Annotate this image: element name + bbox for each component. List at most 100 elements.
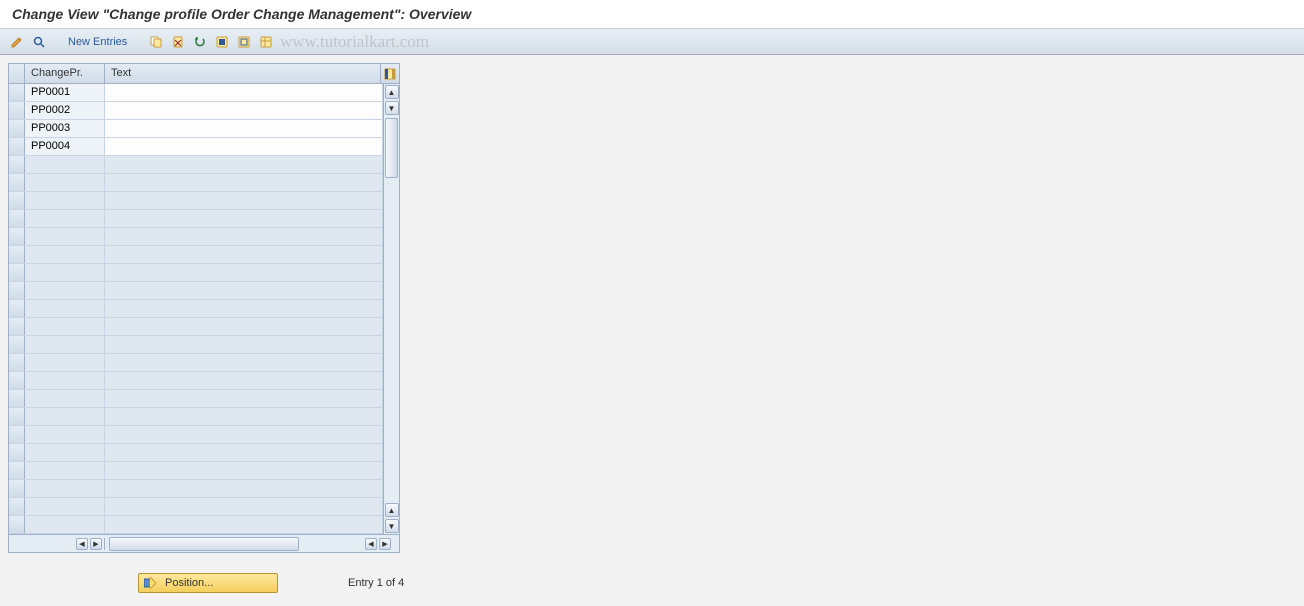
change-icon[interactable] xyxy=(8,33,26,51)
row-selector[interactable] xyxy=(9,156,25,173)
table-row[interactable] xyxy=(9,462,383,480)
row-selector[interactable] xyxy=(9,408,25,425)
row-selector[interactable] xyxy=(9,246,25,263)
cell-changepr[interactable] xyxy=(25,390,105,407)
cell-text[interactable] xyxy=(105,480,383,497)
cell-text[interactable] xyxy=(105,318,383,335)
cell-changepr[interactable]: PP0003 xyxy=(25,120,105,137)
cell-changepr[interactable] xyxy=(25,192,105,209)
cell-text[interactable] xyxy=(105,264,383,281)
hscroll-right-step-icon[interactable]: ▶ xyxy=(90,538,102,550)
table-row[interactable] xyxy=(9,282,383,300)
select-all-icon[interactable] xyxy=(213,33,231,51)
cell-changepr[interactable] xyxy=(25,354,105,371)
cell-changepr[interactable] xyxy=(25,210,105,227)
table-row[interactable] xyxy=(9,354,383,372)
hscroll-right-icon[interactable]: ▶ xyxy=(379,538,391,550)
cell-changepr[interactable] xyxy=(25,462,105,479)
table-row[interactable] xyxy=(9,516,383,534)
table-row[interactable]: PP0004 xyxy=(9,138,383,156)
row-selector[interactable] xyxy=(9,372,25,389)
cell-text[interactable] xyxy=(105,426,383,443)
row-selector[interactable] xyxy=(9,192,25,209)
row-selector[interactable] xyxy=(9,426,25,443)
table-row[interactable] xyxy=(9,246,383,264)
row-selector[interactable] xyxy=(9,444,25,461)
cell-text[interactable] xyxy=(105,498,383,515)
row-selector[interactable] xyxy=(9,84,25,101)
cell-text[interactable] xyxy=(105,390,383,407)
vertical-scrollbar[interactable]: ▲ ▼ ▲ ▼ xyxy=(383,84,399,534)
scroll-up-icon[interactable]: ▲ xyxy=(385,85,399,99)
table-row[interactable] xyxy=(9,210,383,228)
cell-text[interactable] xyxy=(105,354,383,371)
configure-columns-icon[interactable] xyxy=(381,64,399,83)
horizontal-scrollbar[interactable]: ◀ ▶ ◀ ▶ xyxy=(9,534,399,552)
cell-text[interactable] xyxy=(105,336,383,353)
deselect-all-icon[interactable] xyxy=(235,33,253,51)
table-row[interactable]: PP0003 xyxy=(9,120,383,138)
table-row[interactable] xyxy=(9,156,383,174)
cell-changepr[interactable] xyxy=(25,282,105,299)
cell-text[interactable] xyxy=(105,120,383,137)
row-selector[interactable] xyxy=(9,498,25,515)
cell-changepr[interactable]: PP0004 xyxy=(25,138,105,155)
cell-text[interactable] xyxy=(105,462,383,479)
cell-text[interactable] xyxy=(105,282,383,299)
table-settings-icon[interactable] xyxy=(257,33,275,51)
cell-changepr[interactable]: PP0002 xyxy=(25,102,105,119)
cell-changepr[interactable] xyxy=(25,156,105,173)
cell-changepr[interactable] xyxy=(25,300,105,317)
row-selector[interactable] xyxy=(9,210,25,227)
row-selector[interactable] xyxy=(9,480,25,497)
cell-changepr[interactable] xyxy=(25,318,105,335)
position-button[interactable]: Position... xyxy=(138,573,278,593)
table-row[interactable] xyxy=(9,264,383,282)
cell-changepr[interactable] xyxy=(25,246,105,263)
scroll-down-icon[interactable]: ▼ xyxy=(385,519,399,533)
table-row[interactable] xyxy=(9,498,383,516)
scroll-track[interactable] xyxy=(384,116,399,502)
table-row[interactable] xyxy=(9,444,383,462)
table-row[interactable]: PP0001 xyxy=(9,84,383,102)
cell-text[interactable] xyxy=(105,246,383,263)
cell-changepr[interactable] xyxy=(25,174,105,191)
cell-changepr[interactable] xyxy=(25,228,105,245)
table-row[interactable] xyxy=(9,426,383,444)
cell-changepr[interactable] xyxy=(25,516,105,533)
row-selector[interactable] xyxy=(9,264,25,281)
table-row[interactable] xyxy=(9,372,383,390)
cell-changepr[interactable] xyxy=(25,336,105,353)
scroll-thumb[interactable] xyxy=(385,118,398,178)
new-entries-button[interactable]: New Entries xyxy=(62,34,133,50)
cell-changepr[interactable] xyxy=(25,444,105,461)
table-row[interactable] xyxy=(9,408,383,426)
cell-text[interactable] xyxy=(105,372,383,389)
cell-text[interactable] xyxy=(105,138,383,155)
hscroll-left-icon[interactable]: ◀ xyxy=(76,538,88,550)
table-row[interactable] xyxy=(9,192,383,210)
cell-text[interactable] xyxy=(105,408,383,425)
cell-text[interactable] xyxy=(105,102,383,119)
select-all-column[interactable] xyxy=(9,64,25,83)
hscroll-thumb[interactable] xyxy=(109,537,299,551)
cell-changepr[interactable] xyxy=(25,480,105,497)
undo-icon[interactable] xyxy=(191,33,209,51)
cell-changepr[interactable] xyxy=(25,408,105,425)
row-selector[interactable] xyxy=(9,390,25,407)
cell-changepr[interactable]: PP0001 xyxy=(25,84,105,101)
cell-text[interactable] xyxy=(105,228,383,245)
row-selector[interactable] xyxy=(9,462,25,479)
cell-changepr[interactable] xyxy=(25,498,105,515)
row-selector[interactable] xyxy=(9,336,25,353)
row-selector[interactable] xyxy=(9,102,25,119)
scroll-down-step-icon[interactable]: ▼ xyxy=(385,101,399,115)
row-selector[interactable] xyxy=(9,516,25,533)
scroll-up-step-icon[interactable]: ▲ xyxy=(385,503,399,517)
hscroll-left-step-icon[interactable]: ◀ xyxy=(365,538,377,550)
hscroll-track[interactable] xyxy=(107,537,361,551)
table-row[interactable] xyxy=(9,300,383,318)
table-row[interactable] xyxy=(9,480,383,498)
cell-changepr[interactable] xyxy=(25,426,105,443)
find-icon[interactable] xyxy=(30,33,48,51)
